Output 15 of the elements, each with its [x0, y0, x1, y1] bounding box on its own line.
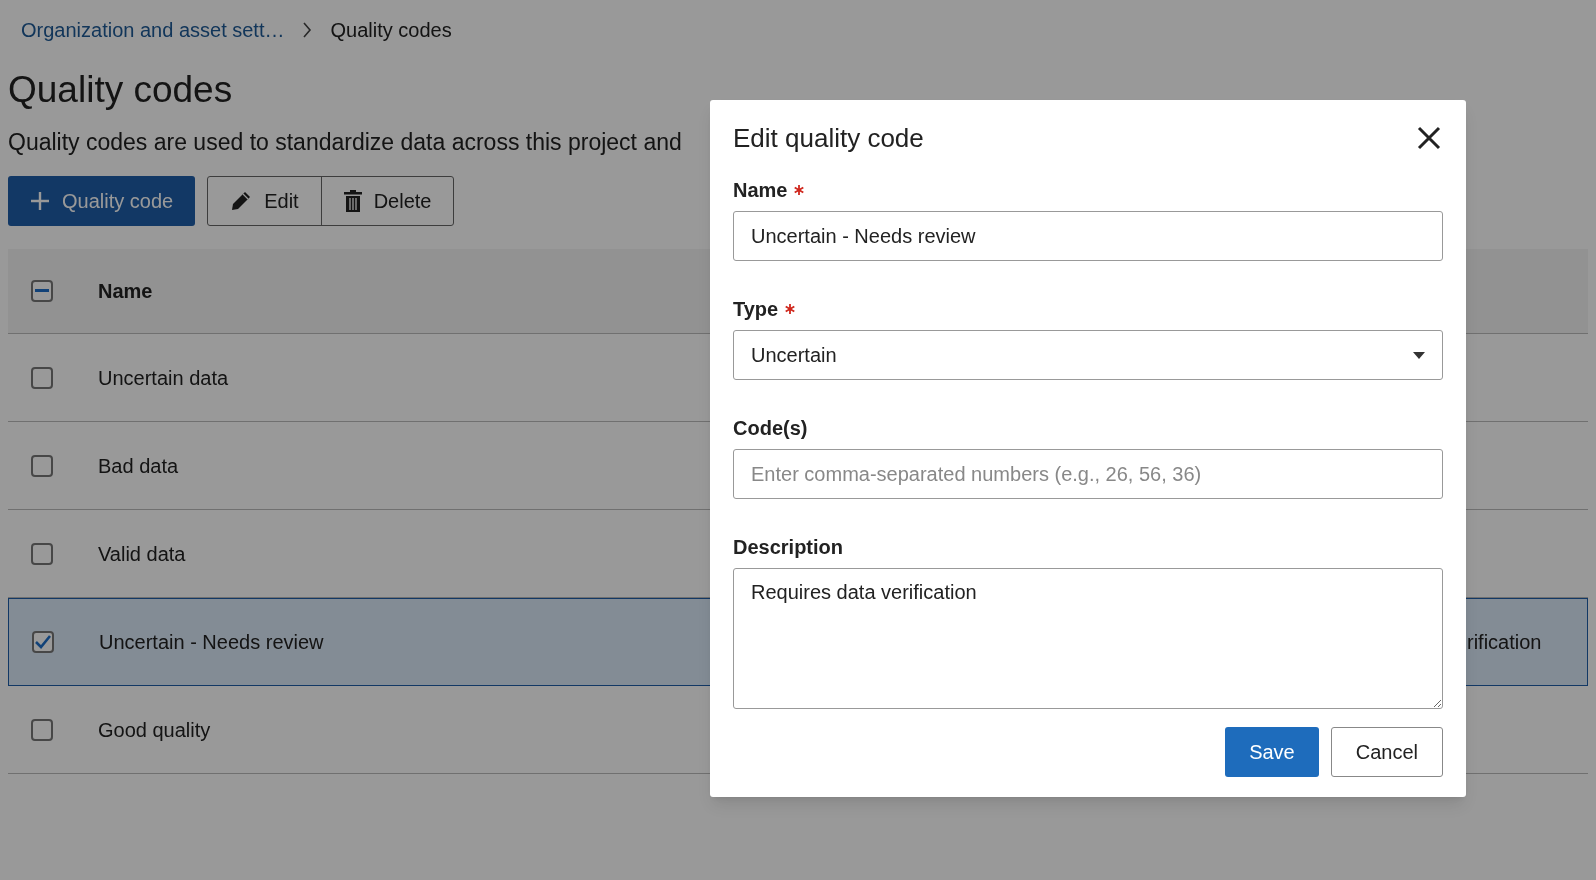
field-label: Name	[733, 178, 805, 202]
table-cell-text: Valid data	[98, 541, 186, 567]
page-title: Quality codes	[8, 68, 233, 112]
table-cell-text: rification	[1467, 630, 1542, 655]
table-cell-text: Good quality	[98, 717, 211, 743]
table-cell-text: Bad data	[98, 453, 179, 479]
column-header: Name	[98, 279, 153, 304]
table-cell-text: Uncertain data	[98, 365, 229, 391]
page-description: Quality codes are used to standardize data across this project and	[8, 128, 682, 156]
table-cell-text: Uncertain - Needs review	[99, 630, 324, 655]
dialog-title: Edit quality code	[733, 121, 924, 155]
field-label: Type	[733, 297, 796, 321]
field-label: Description	[733, 535, 844, 559]
breadcrumb-current: Quality codes	[330, 18, 452, 43]
field-label: Code(s)	[733, 416, 808, 440]
